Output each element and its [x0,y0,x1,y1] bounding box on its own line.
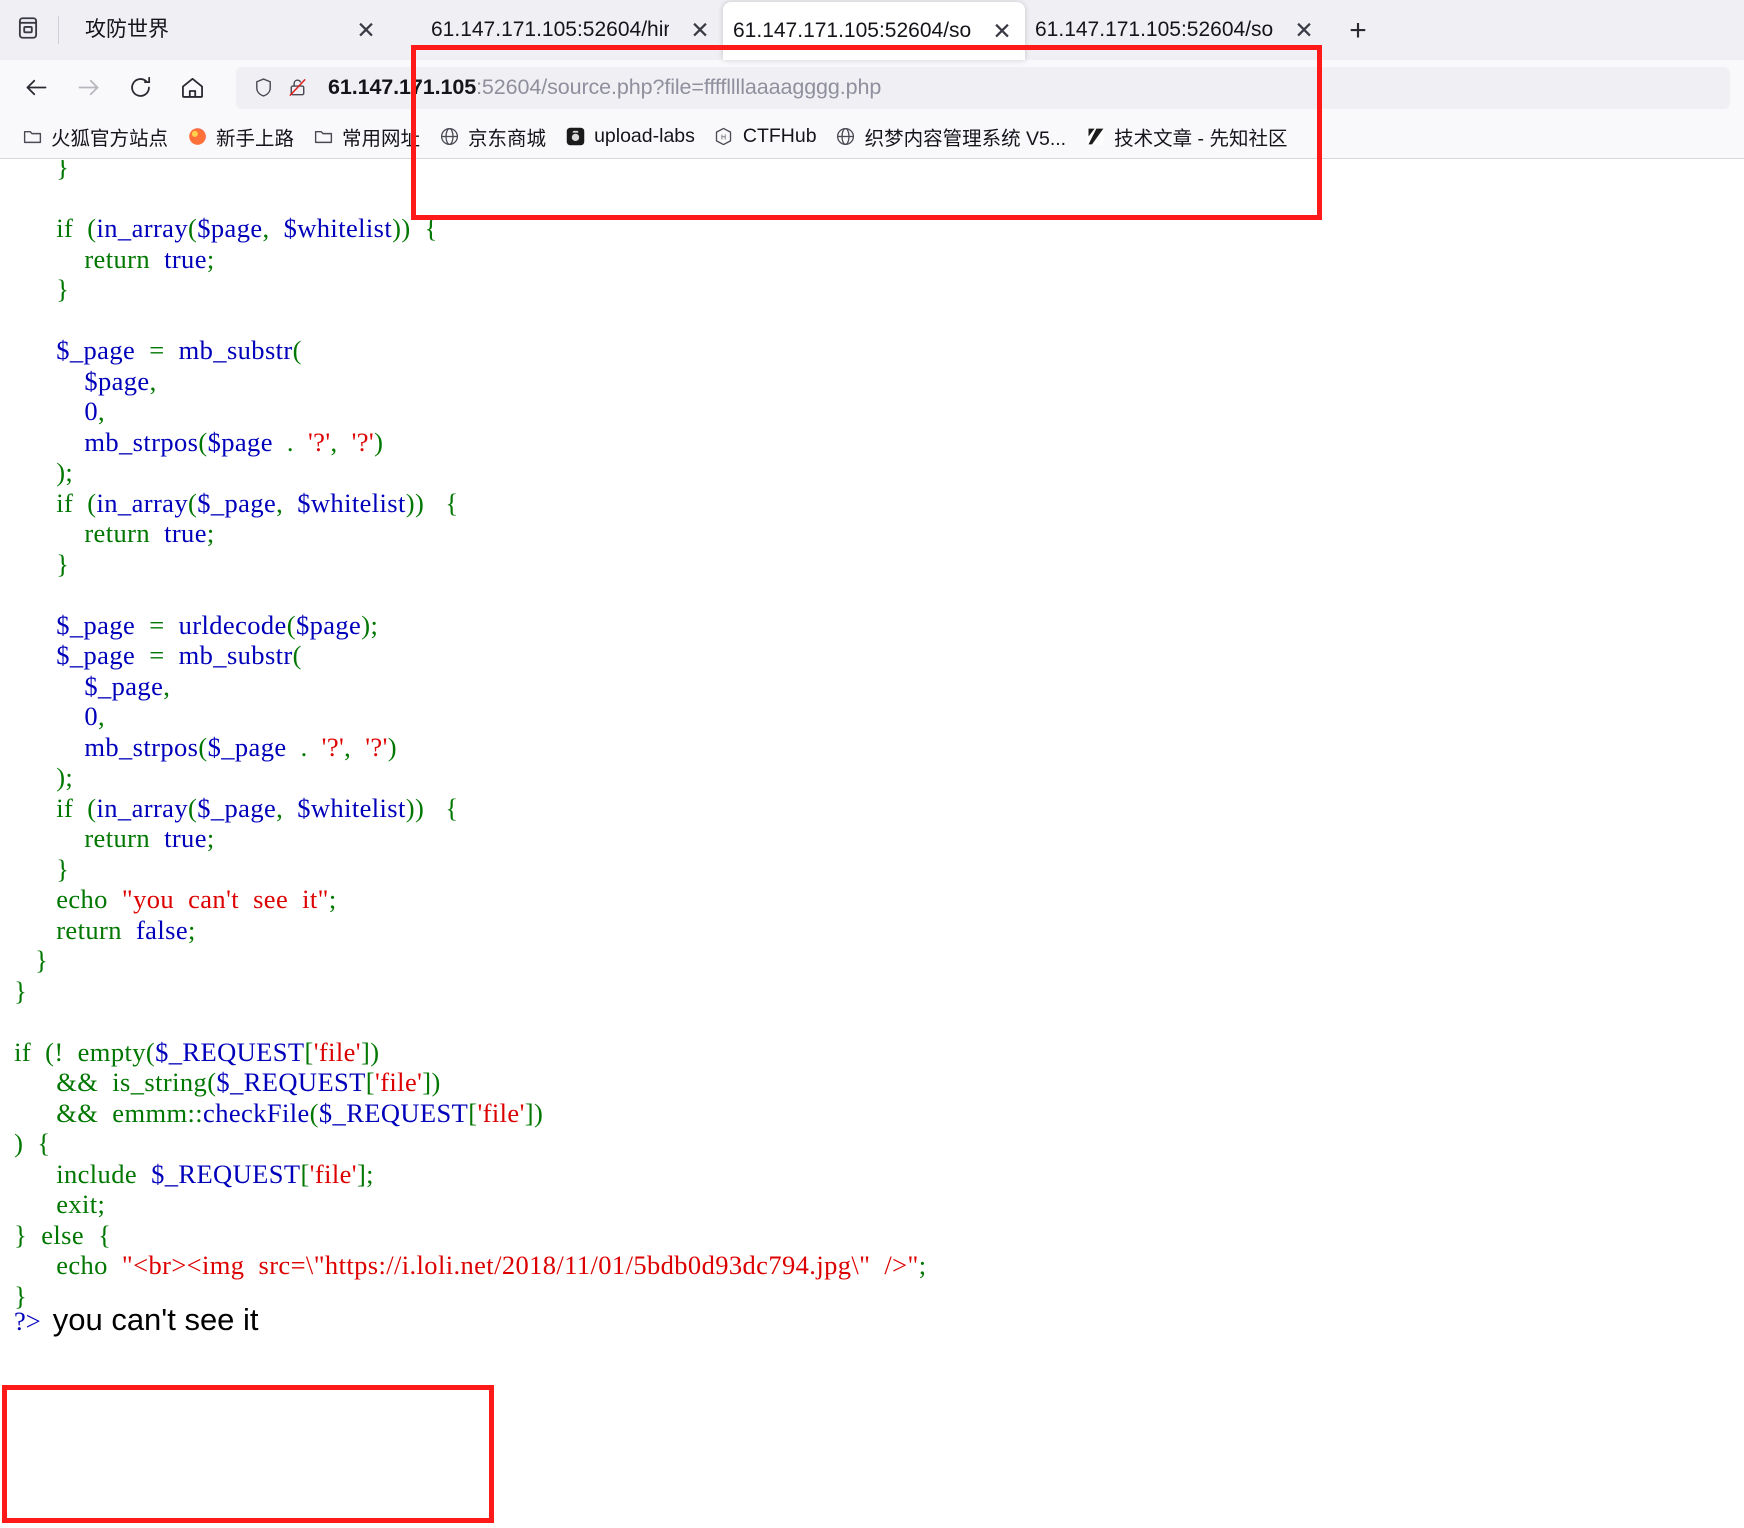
close-tab-icon[interactable]: ✕ [985,14,1019,48]
page-content-area: } if (in_array($page, $whitelist)) { ret… [0,160,1744,1528]
php-close-tag: ?> [14,1306,41,1336]
upload-labs-icon [564,126,586,148]
tab-title: 61.147.171.105:52604/source.php [1035,18,1273,41]
bookmark-label: 火狐官方站点 [51,128,169,150]
insecure-connection-icon[interactable] [282,73,312,103]
browser-tab-2[interactable]: 61.147.171.105:52604/hint.php ✕ [423,0,723,60]
address-bar-url: 61.147.171.105:52604/source.php?file=fff… [328,75,881,100]
bookmark-label: 常用网址 [342,128,421,150]
bookmarks-toolbar: 火狐官方站点 新手上路 常用网址 京东商城 upload-labs H CTFH… [0,115,1744,159]
bookmark-label: 新手上路 [216,128,295,150]
tab-title: 61.147.171.105:52604/hint.php [431,18,669,41]
tracking-protection-shield-icon[interactable] [248,73,278,103]
globe-icon [438,126,460,148]
home-icon [179,74,206,101]
bookmark-item-5[interactable]: H CTFHub [706,120,824,154]
folder-icon [312,126,334,148]
bookmark-label: CTFHub [742,125,817,147]
address-bar[interactable]: 61.147.171.105:52604/source.php?file=fff… [236,66,1730,109]
bookmark-label: 技术文章 - 先知社区 [1114,128,1288,150]
globe-icon [835,126,857,148]
browser-tab-4[interactable]: 61.147.171.105:52604/source.php ✕ [1025,0,1327,60]
bookmark-item-4[interactable]: upload-labs [557,120,702,154]
tab-divider [58,16,59,44]
forward-button[interactable] [66,66,110,110]
back-button[interactable] [14,66,58,110]
browser-chrome: 攻防世界 ✕ 61.147.171.105:52604/hint.php ✕ 6… [0,0,1744,159]
bookmark-item-1[interactable]: 新手上路 [179,120,301,154]
reload-icon [127,74,154,101]
browser-tab-3-active[interactable]: 61.147.171.105:52604/source.php ✕ [723,2,1025,60]
new-tab-button[interactable]: + [1335,8,1381,54]
bookmark-item-0[interactable]: 火狐官方站点 [14,120,175,154]
svg-text:H: H [721,134,726,141]
php-rendered-output: ?> you can't see it [14,1302,259,1338]
bookmark-item-6[interactable]: 织梦内容管理系统 V5... [828,120,1074,154]
url-host: 61.147.171.105 [328,75,477,99]
php-source-code: } if (in_array($page, $whitelist)) { ret… [14,160,927,1311]
home-button[interactable] [170,66,214,110]
xianzhi-icon [1084,126,1106,148]
forward-arrow-icon [75,74,102,101]
tab-strip: 攻防世界 ✕ 61.147.171.105:52604/hint.php ✕ 6… [0,0,1744,60]
firefox-view-icon [15,15,41,46]
bookmark-label: 织梦内容管理系统 V5... [864,128,1067,150]
browser-tab-1[interactable]: 攻防世界 ✕ [63,0,423,60]
firefox-view-button[interactable] [0,0,56,60]
tab-title: 61.147.171.105:52604/source.php [733,19,971,42]
url-path: :52604/source.php?file=ffffllllaaaagggg.… [476,75,882,99]
bookmark-item-7[interactable]: 技术文章 - 先知社区 [1077,120,1294,154]
back-arrow-icon [23,74,50,101]
tab-title: 攻防世界 [85,18,169,41]
output-message: you can't see it [52,1302,259,1337]
close-tab-icon[interactable]: ✕ [683,13,717,47]
reload-button[interactable] [118,66,162,110]
close-tab-icon[interactable]: ✕ [349,13,383,47]
close-tab-icon[interactable]: ✕ [1287,13,1321,47]
bookmark-item-2[interactable]: 常用网址 [305,120,427,154]
bookmark-label: 京东商城 [468,128,547,150]
ctfhub-icon: H [713,126,735,148]
folder-icon [21,126,43,148]
firefox-icon [186,126,208,148]
bookmark-label: upload-labs [594,125,695,147]
bookmark-item-3[interactable]: 京东商城 [431,120,553,154]
navigation-toolbar: 61.147.171.105:52604/source.php?file=fff… [0,60,1744,115]
